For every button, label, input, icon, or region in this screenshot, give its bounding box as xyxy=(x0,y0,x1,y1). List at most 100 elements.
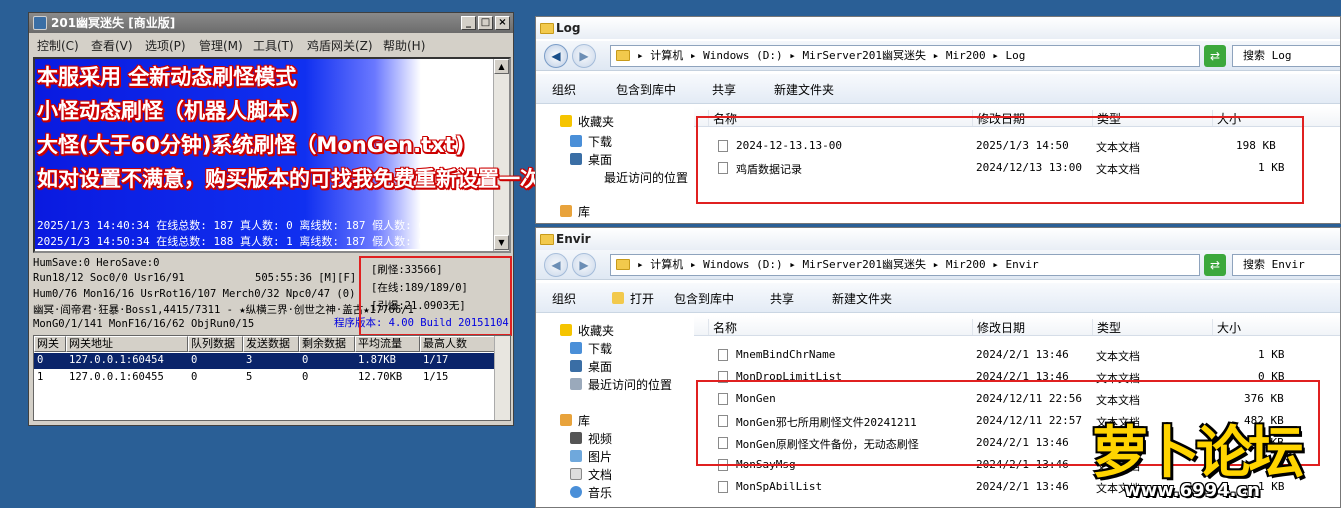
log-window-title: Log xyxy=(556,21,581,35)
banner-line: 本服采用 全新动态刷怪模式 xyxy=(37,65,297,89)
col-header[interactable]: 平均流量 xyxy=(355,336,420,352)
nav-downloads[interactable]: 下载 xyxy=(588,133,612,150)
nav-downloads[interactable]: 下载 xyxy=(588,340,612,357)
col-type[interactable]: 类型 xyxy=(1092,319,1210,335)
col-header[interactable]: 剩余数据 xyxy=(299,336,355,352)
toolbar-new-folder[interactable]: 新建文件夹 xyxy=(832,290,892,307)
download-icon xyxy=(570,135,582,147)
nav-desktop[interactable]: 桌面 xyxy=(588,358,612,375)
folder-icon xyxy=(540,234,554,245)
nav-pictures[interactable]: 图片 xyxy=(588,448,612,465)
logo-url: www.6994.cn xyxy=(1124,480,1260,501)
col-date[interactable]: 修改日期 xyxy=(972,319,1090,335)
minimize-button[interactable]: _ xyxy=(461,16,476,30)
nav-library[interactable]: 库 xyxy=(578,412,590,429)
table-row[interactable]: 1 127.0.0.1:60455 0 5 0 12.70KB 1/15 xyxy=(34,370,496,386)
crumb[interactable]: 计算机 xyxy=(650,49,683,62)
toolbar-include-library[interactable]: 包含到库中 xyxy=(616,81,676,98)
log-search-input[interactable]: 搜索 Log xyxy=(1232,45,1340,67)
stat-yinbao: [引爆:21.0903无] xyxy=(371,300,466,312)
nav-recent[interactable]: 最近访问的位置 xyxy=(588,376,672,393)
scroll-down-icon[interactable]: ▼ xyxy=(494,235,509,250)
nav-desktop[interactable]: 桌面 xyxy=(588,151,612,168)
banner-line: 大怪(大于60分钟)系统刷怪（MonGen.txt) xyxy=(37,133,465,157)
crumb[interactable]: Mir200 xyxy=(946,258,986,271)
refresh-icon[interactable]: ⇄ xyxy=(1204,45,1226,67)
menu-control[interactable]: 控制(C) xyxy=(37,37,79,54)
scroll-up-icon[interactable]: ▲ xyxy=(494,59,509,74)
envir-address-bar[interactable]: ▸ 计算机 ▸ Windows (D:) ▸ MirServer201幽冥迷失 … xyxy=(610,254,1200,276)
back-icon[interactable]: ◀ xyxy=(544,44,568,68)
envir-search-input[interactable]: 搜索 Envir xyxy=(1232,254,1340,276)
nav-library[interactable]: 库 xyxy=(578,203,590,220)
maximize-button[interactable]: □ xyxy=(478,16,493,30)
nav-music[interactable]: 音乐 xyxy=(588,484,612,501)
col-size[interactable]: 大小 xyxy=(1212,319,1290,335)
server-title: 201幽冥迷失 [商业版] xyxy=(51,16,176,30)
back-icon[interactable]: ◀ xyxy=(544,253,568,277)
menu-manage[interactable]: 管理(M) xyxy=(199,37,243,54)
nav-recent[interactable]: 最近访问的位置 xyxy=(588,169,688,186)
table-scrollbar[interactable] xyxy=(494,336,510,420)
log-scrollbar[interactable]: ▲ ▼ xyxy=(493,59,509,251)
toolbar-organize[interactable]: 组织 xyxy=(552,81,576,98)
col-header[interactable]: 网关地址 xyxy=(66,336,188,352)
menu-options[interactable]: 选项(P) xyxy=(145,37,186,54)
file-row[interactable]: MnemBindChrName 2024/2/1 13:46 文本文档 1 KB xyxy=(708,344,1328,366)
stat-online: [在线:189/189/0] xyxy=(371,282,468,294)
nav-favorites[interactable]: 收藏夹 xyxy=(578,322,614,339)
log-line: 2025/1/3 14:40:34 在线总数: 187 真人数: 0 离线数: … xyxy=(37,219,426,232)
log-address-area: ◀ ▶ ▸ 计算机 ▸ Windows (D:) ▸ MirServer201幽… xyxy=(536,41,1340,71)
col-header[interactable]: 网关 xyxy=(34,336,66,352)
menu-gateway[interactable]: 鸡盾网关(Z) xyxy=(307,37,373,54)
menu-view[interactable]: 查看(V) xyxy=(91,37,133,54)
envir-toolbar: 组织 打开 包含到库中 共享 新建文件夹 xyxy=(536,283,1340,313)
col-name[interactable]: 名称 xyxy=(708,319,970,335)
app-icon xyxy=(33,16,47,30)
crumb[interactable]: MirServer201幽冥迷失 xyxy=(802,258,925,271)
crumb[interactable]: Envir xyxy=(1005,258,1038,271)
nav-documents[interactable]: 文档 xyxy=(588,466,612,483)
log-line: 2025/1/3 14:50:34 在线总数: 188 真人数: 1 离线数: … xyxy=(37,235,426,248)
menu-help[interactable]: 帮助(H) xyxy=(383,37,425,54)
status-line: MonG0/1/141 MonF16/16/62 ObjRun0/15 xyxy=(33,318,255,330)
crumb[interactable]: Mir200 xyxy=(946,49,986,62)
refresh-icon[interactable]: ⇄ xyxy=(1204,254,1226,276)
forward-icon[interactable]: ▶ xyxy=(572,44,596,68)
star-icon xyxy=(560,324,572,336)
picture-icon xyxy=(570,450,582,462)
status-line: Run18/12 Soc0/0 Usr16/91 xyxy=(33,272,185,284)
toolbar-share[interactable]: 共享 xyxy=(712,81,736,98)
library-icon xyxy=(560,205,572,217)
col-header[interactable]: 发送数据 xyxy=(243,336,299,352)
toolbar-share[interactable]: 共享 xyxy=(770,290,794,307)
envir-window-titlebar: Envir xyxy=(536,228,1340,250)
log-address-bar[interactable]: ▸ 计算机 ▸ Windows (D:) ▸ MirServer201幽冥迷失 … xyxy=(610,45,1200,67)
crumb[interactable]: 计算机 xyxy=(650,258,683,271)
toolbar-new-folder[interactable]: 新建文件夹 xyxy=(774,81,834,98)
gateway-table[interactable]: 网关 网关地址 队列数据 发送数据 剩余数据 平均流量 最高人数 0 127.0… xyxy=(33,335,511,421)
table-row[interactable]: 0 127.0.0.1:60454 0 3 0 1.87KB 1/17 xyxy=(34,353,496,369)
crumb[interactable]: Log xyxy=(1005,49,1025,62)
toolbar-include-library[interactable]: 包含到库中 xyxy=(674,290,734,307)
crumb[interactable]: Windows (D:) xyxy=(703,49,782,62)
envir-window-title: Envir xyxy=(556,232,591,246)
col-header[interactable]: 最高人数 xyxy=(420,336,496,352)
forward-icon[interactable]: ▶ xyxy=(572,253,596,277)
crumb[interactable]: Windows (D:) xyxy=(703,258,782,271)
toolbar-open[interactable]: 打开 xyxy=(630,290,654,307)
forum-logo: 萝卜论坛 www.6994.cn xyxy=(1092,408,1341,508)
close-button[interactable]: × xyxy=(495,16,510,30)
nav-favorites[interactable]: 收藏夹 xyxy=(578,113,614,130)
menu-tools[interactable]: 工具(T) xyxy=(253,37,294,54)
uptime: 505:55:36 [M][F] xyxy=(255,272,357,284)
col-header[interactable]: 队列数据 xyxy=(188,336,243,352)
nav-videos[interactable]: 视频 xyxy=(588,430,612,447)
toolbar-organize[interactable]: 组织 xyxy=(552,290,576,307)
crumb[interactable]: MirServer201幽冥迷失 xyxy=(802,49,925,62)
library-icon xyxy=(560,414,572,426)
log-explorer-window: Log ◀ ▶ ▸ 计算机 ▸ Windows (D:) ▸ MirServer… xyxy=(535,16,1341,224)
star-icon xyxy=(560,115,572,127)
log-nav-pane: 收藏夹 下载 桌面 最近访问的位置 库 xyxy=(536,105,694,223)
desktop-icon xyxy=(570,153,582,165)
